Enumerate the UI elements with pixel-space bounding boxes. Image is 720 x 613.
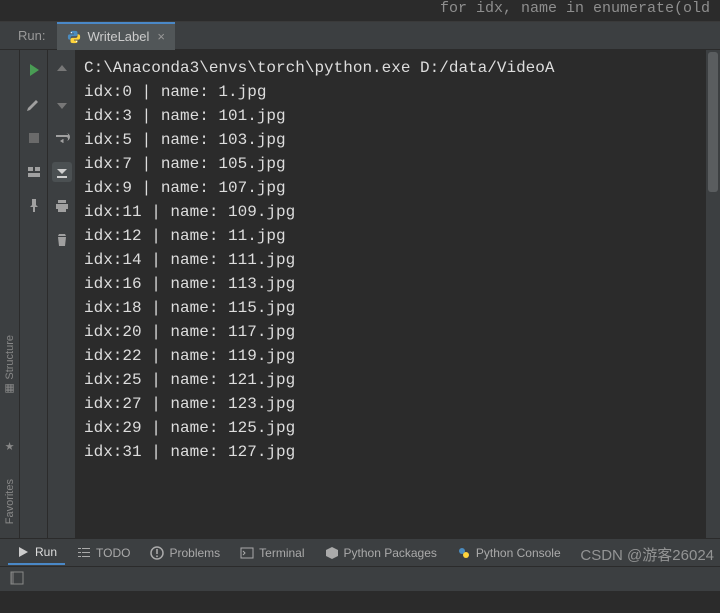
run-toolwindow-header: Run: WriteLabel × bbox=[0, 22, 720, 50]
close-tab-icon[interactable]: × bbox=[157, 29, 165, 44]
python-file-icon bbox=[67, 30, 81, 44]
run-label: Run: bbox=[18, 28, 45, 43]
down-arrow-button[interactable] bbox=[52, 94, 72, 114]
print-button[interactable] bbox=[52, 196, 72, 216]
console-scrollbar[interactable] bbox=[706, 50, 720, 538]
bottom-toolbar: Run TODO Problems Terminal Python Packag… bbox=[0, 538, 720, 566]
run-tab[interactable]: WriteLabel × bbox=[57, 22, 175, 50]
console-output[interactable]: C:\Anaconda3\envs\torch\python.exe D:/da… bbox=[76, 50, 706, 538]
run-gutter-left bbox=[20, 50, 48, 538]
favorites-star-icon: ★ bbox=[5, 440, 15, 453]
soft-wrap-button[interactable] bbox=[52, 128, 72, 148]
todo-toolwindow-button[interactable]: TODO bbox=[69, 541, 138, 565]
scrollbar-thumb[interactable] bbox=[708, 52, 718, 192]
stop-button[interactable] bbox=[24, 128, 44, 148]
pin-button[interactable] bbox=[24, 196, 44, 216]
settings-button[interactable] bbox=[24, 94, 44, 114]
run-gutter-right bbox=[48, 50, 76, 538]
run-toolwindow-button[interactable]: Run bbox=[8, 541, 65, 565]
up-arrow-button[interactable] bbox=[52, 60, 72, 80]
rerun-button[interactable] bbox=[24, 60, 44, 80]
left-tool-strip: ▦ Structure ★ Favorites bbox=[0, 50, 20, 538]
layout-button[interactable] bbox=[24, 162, 44, 182]
terminal-toolwindow-button[interactable]: Terminal bbox=[232, 541, 312, 565]
favorites-toolwindow-tab[interactable]: Favorites bbox=[4, 473, 16, 530]
problems-toolwindow-button[interactable]: Problems bbox=[142, 541, 228, 565]
trash-button[interactable] bbox=[52, 230, 72, 250]
editor-code-hint: for idx, name in enumerate(old bbox=[0, 0, 720, 22]
scroll-to-end-button[interactable] bbox=[52, 162, 72, 182]
run-tab-label: WriteLabel bbox=[87, 29, 149, 44]
python-console-toolwindow-button[interactable]: Python Console bbox=[449, 541, 569, 565]
status-bar bbox=[0, 566, 720, 591]
python-packages-toolwindow-button[interactable]: Python Packages bbox=[317, 541, 445, 565]
show-windows-icon[interactable] bbox=[10, 571, 24, 588]
structure-toolwindow-tab[interactable]: ▦ Structure bbox=[3, 329, 16, 402]
